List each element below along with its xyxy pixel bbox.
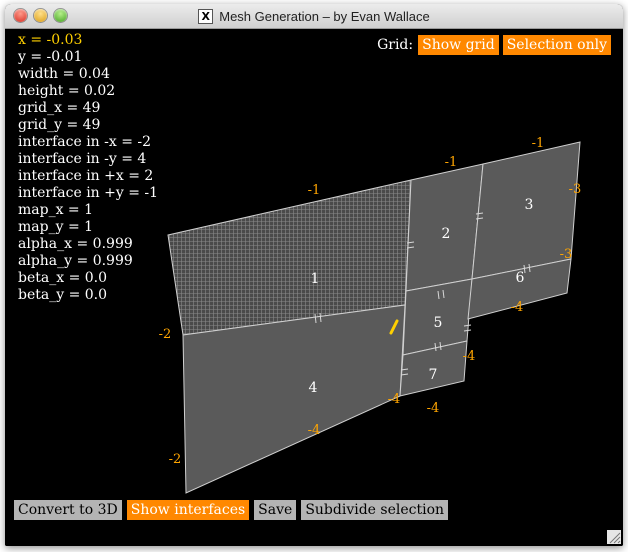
show-grid-button[interactable]: Show grid: [418, 35, 499, 55]
param-alpha-x: alpha_x = 0.999: [18, 236, 133, 252]
edge-label: -1: [532, 136, 545, 151]
title-bar[interactable]: X Mesh Generation – by Evan Wallace: [5, 4, 623, 29]
window-title: Mesh Generation – by Evan Wallace: [219, 8, 430, 24]
edge-label: -1: [445, 155, 458, 170]
param-y: y = -0.01: [18, 49, 83, 65]
param-width: width = 0.04: [18, 66, 110, 82]
param-interface-pos-y: interface in +y = -1: [18, 185, 159, 201]
param-interface-pos-x: interface in +x = 2: [18, 168, 154, 184]
bottom-toolbar: Convert to 3D Show interfaces Save Subdi…: [14, 500, 449, 520]
grid-label: Grid:: [377, 37, 414, 53]
convert-to-3d-button[interactable]: Convert to 3D: [14, 500, 122, 520]
viewport[interactable]: 1 2 3 4 5 6 7 -1 -1 -1 -3 -3 -2 -2 -4 -4…: [5, 29, 623, 546]
param-map-y: map_y = 1: [18, 219, 94, 235]
edge-label: -4: [388, 392, 401, 407]
patch-label: 4: [309, 380, 318, 396]
edge-label: -4: [463, 349, 476, 364]
edge-label: -4: [308, 423, 321, 438]
edge-label: -4: [427, 401, 440, 416]
patch-label: 6: [516, 270, 525, 286]
param-grid-y: grid_y = 49: [18, 117, 101, 133]
param-alpha-y: alpha_y = 0.999: [18, 253, 133, 269]
param-interface-neg-x: interface in -x = -2: [18, 134, 152, 150]
parameter-list: x = -0.03 y = -0.01 width = 0.04 height …: [18, 32, 158, 304]
resize-grip-icon[interactable]: [607, 530, 621, 544]
param-grid-x: grid_x = 49: [18, 100, 101, 116]
show-interfaces-button[interactable]: Show interfaces: [126, 500, 250, 520]
grid-toolbar: Grid: Show grid Selection only: [377, 35, 611, 55]
patch-label: 1: [311, 271, 320, 287]
app-window: X Mesh Generation – by Evan Wallace 1 2 …: [5, 4, 623, 546]
edge-label: -1: [308, 183, 321, 198]
param-height: height = 0.02: [18, 83, 116, 99]
param-map-x: map_x = 1: [18, 202, 94, 218]
param-x: x = -0.03: [18, 32, 83, 48]
patch-label: 5: [434, 315, 443, 331]
edge-label: -3: [569, 182, 582, 197]
subdivide-selection-button[interactable]: Subdivide selection: [301, 500, 449, 520]
selection-only-button[interactable]: Selection only: [502, 35, 611, 55]
mesh-patch-4[interactable]: [182, 304, 406, 494]
save-button[interactable]: Save: [254, 500, 297, 520]
edge-label: -3: [560, 247, 573, 262]
x11-icon: X: [198, 8, 214, 24]
edge-label: -4: [511, 300, 524, 315]
param-interface-neg-y: interface in -y = 4: [18, 151, 147, 167]
param-beta-x: beta_x = 0.0: [18, 270, 108, 286]
edge-label: -2: [169, 452, 182, 467]
patch-label: 7: [429, 367, 438, 383]
param-beta-y: beta_y = 0.0: [18, 287, 108, 303]
patch-label: 3: [525, 197, 534, 213]
patch-label: 2: [442, 226, 451, 242]
window-title-group: X Mesh Generation – by Evan Wallace: [5, 4, 623, 28]
edge-label: -2: [159, 327, 172, 342]
